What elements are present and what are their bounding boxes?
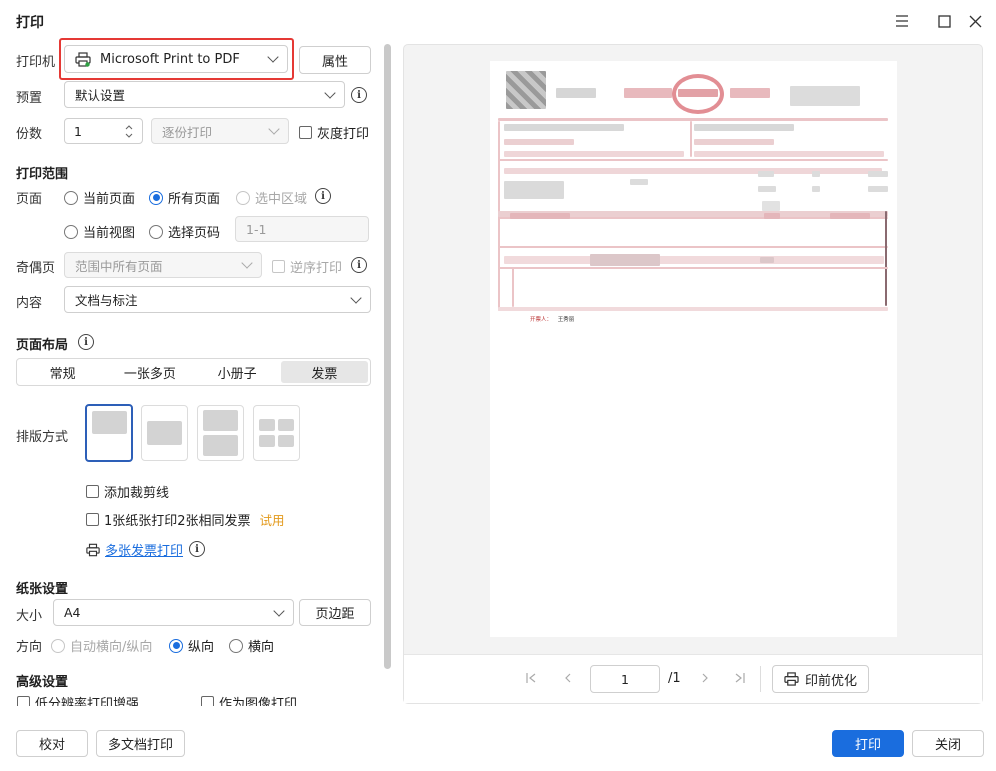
paper-title: 纸张设置 xyxy=(16,582,69,597)
radio-landscape[interactable]: 横向 xyxy=(229,636,274,655)
layout-tabs: 常规 一张多页 小册子 发票 xyxy=(16,358,371,386)
trial-badge: 试用 xyxy=(259,513,285,528)
content-label: 内容 xyxy=(16,296,43,311)
chevron-down-icon xyxy=(268,123,280,135)
proofread-button[interactable]: 校对 xyxy=(16,730,88,757)
multi-invoice-link-row[interactable]: 多张发票打印 xyxy=(86,540,183,559)
orientation-label: 方向 xyxy=(16,640,43,655)
last-page-icon[interactable] xyxy=(734,672,746,688)
odd-even-label: 奇偶页 xyxy=(16,261,56,276)
dialog-title: 打印 xyxy=(16,15,44,31)
tab-normal[interactable]: 常规 xyxy=(19,361,106,383)
crop-marks-checkbox[interactable]: 添加裁剪线 xyxy=(86,482,169,501)
radio-current-view[interactable]: 当前视图 xyxy=(64,222,135,241)
print-range-title: 打印范围 xyxy=(16,167,69,182)
layout-option-center[interactable] xyxy=(141,405,188,461)
multi-doc-print-button[interactable]: 多文档打印 xyxy=(96,730,185,757)
collate-select: 逐份打印 xyxy=(151,118,289,144)
size-label: 大小 xyxy=(16,609,43,624)
menu-icon[interactable] xyxy=(891,10,913,32)
printer-value: Microsoft Print to PDF xyxy=(100,51,240,67)
page-number-input[interactable]: 1 xyxy=(590,665,660,693)
tab-booklet[interactable]: 小册子 xyxy=(194,361,281,383)
info-icon[interactable]: i xyxy=(78,334,94,350)
close-button[interactable]: 关闭 xyxy=(912,730,984,757)
layout-option-four-grid[interactable] xyxy=(253,405,300,461)
radio-select-pages[interactable]: 选择页码 xyxy=(149,222,220,241)
info-icon[interactable]: i xyxy=(189,541,205,557)
as-image-checkbox[interactable]: 作为图像打印 xyxy=(201,693,297,706)
arrangement-label: 排版方式 xyxy=(16,430,69,445)
radio-auto-orientation: 自动横向/纵向 xyxy=(51,636,152,655)
print-button[interactable]: 打印 xyxy=(832,730,904,757)
maximize-icon[interactable] xyxy=(933,10,955,32)
printer-icon xyxy=(75,51,91,67)
chevron-down-icon xyxy=(273,604,285,617)
info-icon[interactable]: i xyxy=(351,87,367,103)
preset-value: 默认设置 xyxy=(75,88,126,103)
first-page-icon[interactable] xyxy=(525,672,537,688)
preset-label: 预置 xyxy=(16,91,43,106)
optimize-button[interactable]: 印前优化 xyxy=(772,665,869,693)
chevron-down-icon xyxy=(267,51,279,63)
chevron-down-icon xyxy=(350,291,362,304)
info-icon[interactable]: i xyxy=(315,188,331,204)
page-total: /1 xyxy=(668,671,681,686)
radio-selection: 选中区域 xyxy=(236,188,307,207)
radio-portrait[interactable]: 纵向 xyxy=(169,636,214,655)
preview-page: 开票人： 王秀丽 xyxy=(490,61,897,637)
layout-option-two-stacked[interactable] xyxy=(197,405,244,461)
tab-multi-page[interactable]: 一张多页 xyxy=(106,361,193,383)
close-icon[interactable] xyxy=(964,10,986,32)
stepper-arrows-icon[interactable] xyxy=(125,124,133,138)
preset-select[interactable]: 默认设置 xyxy=(64,81,345,108)
chevron-down-icon xyxy=(324,86,336,99)
properties-button[interactable]: 属性 xyxy=(299,46,371,74)
page-range-input[interactable]: 1-1 xyxy=(235,216,369,242)
next-page-icon[interactable] xyxy=(699,672,711,688)
printer-label: 打印机 xyxy=(16,55,56,70)
copies-label: 份数 xyxy=(16,127,43,142)
layout-option-top[interactable] xyxy=(85,404,133,462)
stamp-text: 开票人： 王秀丽 xyxy=(530,317,575,323)
pager-divider xyxy=(760,666,761,692)
reverse-checkbox: 逆序打印 xyxy=(272,257,342,276)
printer-select[interactable]: Microsoft Print to PDF xyxy=(64,45,288,73)
qr-code-image xyxy=(506,71,546,109)
paper-size-select[interactable]: A4 xyxy=(53,599,294,626)
grayscale-checkbox[interactable]: 灰度打印 xyxy=(299,123,369,142)
prev-page-icon[interactable] xyxy=(562,672,574,688)
copies-stepper[interactable]: 1 xyxy=(64,118,143,144)
low-res-checkbox[interactable]: 低分辨率打印增强 xyxy=(17,693,139,706)
radio-all-pages[interactable]: 所有页面 xyxy=(149,188,220,207)
multi-invoice-link[interactable]: 多张发票打印 xyxy=(105,540,183,559)
chevron-down-icon xyxy=(241,257,253,269)
pages-label: 页面 xyxy=(16,192,43,207)
pager-bar xyxy=(404,654,982,703)
info-icon[interactable]: i xyxy=(351,257,367,273)
margins-button[interactable]: 页边距 xyxy=(299,599,371,626)
odd-even-select: 范围中所有页面 xyxy=(64,252,262,278)
collate-value: 逐份打印 xyxy=(162,124,213,140)
content-select[interactable]: 文档与标注 xyxy=(64,286,371,313)
copies-value: 1 xyxy=(74,123,82,139)
two-invoices-checkbox[interactable]: 1张纸张打印2张相同发票 试用 xyxy=(86,510,285,529)
settings-scrollbar[interactable] xyxy=(384,44,391,669)
tab-invoice[interactable]: 发票 xyxy=(280,361,368,383)
printer-icon xyxy=(86,543,100,556)
page-layout-title: 页面布局 xyxy=(16,338,69,353)
advanced-options-clip: 低分辨率打印增强 作为图像打印 xyxy=(0,688,384,706)
radio-current-page[interactable]: 当前页面 xyxy=(64,188,135,207)
printer-icon xyxy=(784,672,799,686)
